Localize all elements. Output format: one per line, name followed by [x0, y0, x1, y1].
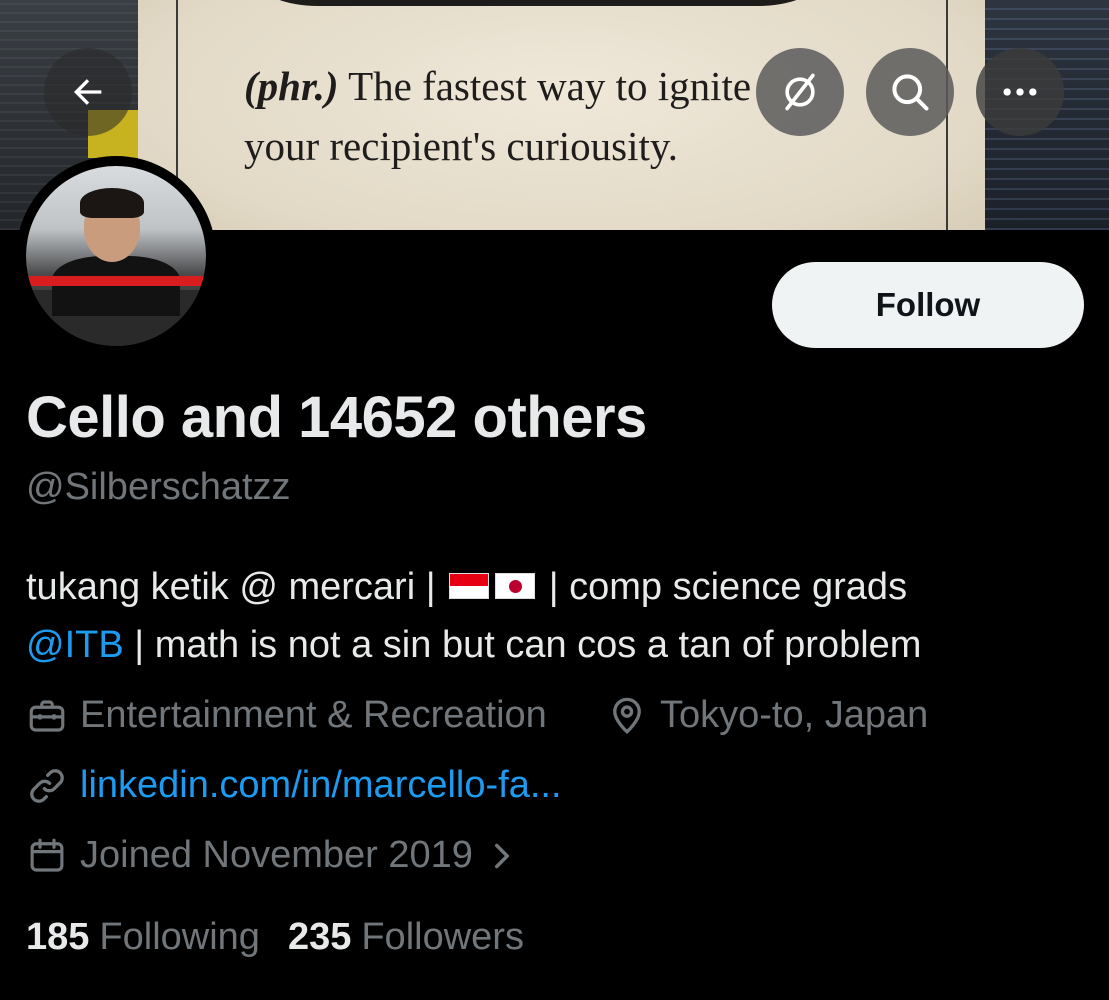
banner-heading-cut [258, 0, 818, 6]
followers-stat[interactable]: 235 Followers [288, 916, 524, 959]
location-pin-icon [606, 695, 648, 737]
avatar-photo [26, 166, 206, 346]
followers-count: 235 [287, 916, 352, 958]
bio-text-2: | comp science grads [548, 566, 908, 608]
website-link[interactable]: linkedin.com/in/marcello-fa... [80, 764, 562, 807]
search-button[interactable] [866, 48, 954, 136]
more-button[interactable] [976, 48, 1064, 136]
banner-definition: (phr.) The fastest way to ignite your re… [244, 56, 764, 176]
following-label: Following [99, 916, 260, 958]
location-label: Tokyo-to, Japan [660, 694, 929, 736]
link-icon [26, 765, 68, 807]
more-icon [1003, 88, 1037, 96]
calendar-icon [26, 835, 68, 877]
followers-label: Followers [361, 916, 524, 958]
japan-flag-icon [495, 572, 536, 599]
search-icon [892, 74, 929, 111]
chevron-right-icon [485, 835, 527, 877]
indonesia-flag-icon [449, 572, 490, 599]
display-name: Cello and 14652 others [26, 385, 647, 450]
bio-text-3: | math is not a sin but can cos a tan of… [134, 624, 922, 666]
profile-location: Tokyo-to, Japan [606, 694, 928, 737]
profile-handle: @Silberschatzz [26, 466, 291, 508]
profile-stats: 185 Following 235 Followers [26, 916, 552, 959]
banner-paper: (phr.) The fastest way to ignite your re… [138, 0, 986, 230]
profile-bio: tukang ketik @ mercari | | comp science … [26, 558, 1096, 674]
back-button[interactable] [44, 48, 132, 136]
avatar[interactable] [16, 156, 216, 356]
briefcase-icon [26, 695, 68, 737]
follow-button[interactable]: Follow [772, 262, 1084, 348]
following-stat[interactable]: 185 Following [26, 916, 260, 959]
grok-button[interactable] [756, 48, 844, 136]
bio-text-1: tukang ketik @ mercari | [26, 566, 436, 608]
bio-mention-link[interactable]: @ITB [26, 624, 124, 666]
profile-joined[interactable]: Joined November 2019 [26, 834, 527, 877]
back-arrow-icon [74, 79, 102, 105]
joined-label: Joined November 2019 [80, 834, 473, 876]
banner-abbr: (phr.) [244, 63, 339, 109]
category-label: Entertainment & Recreation [80, 694, 547, 736]
profile-category: Entertainment & Recreation [26, 694, 547, 737]
following-count: 185 [26, 916, 90, 958]
grok-icon [785, 73, 815, 111]
profile-website[interactable]: linkedin.com/in/marcello-fa... [26, 764, 562, 807]
